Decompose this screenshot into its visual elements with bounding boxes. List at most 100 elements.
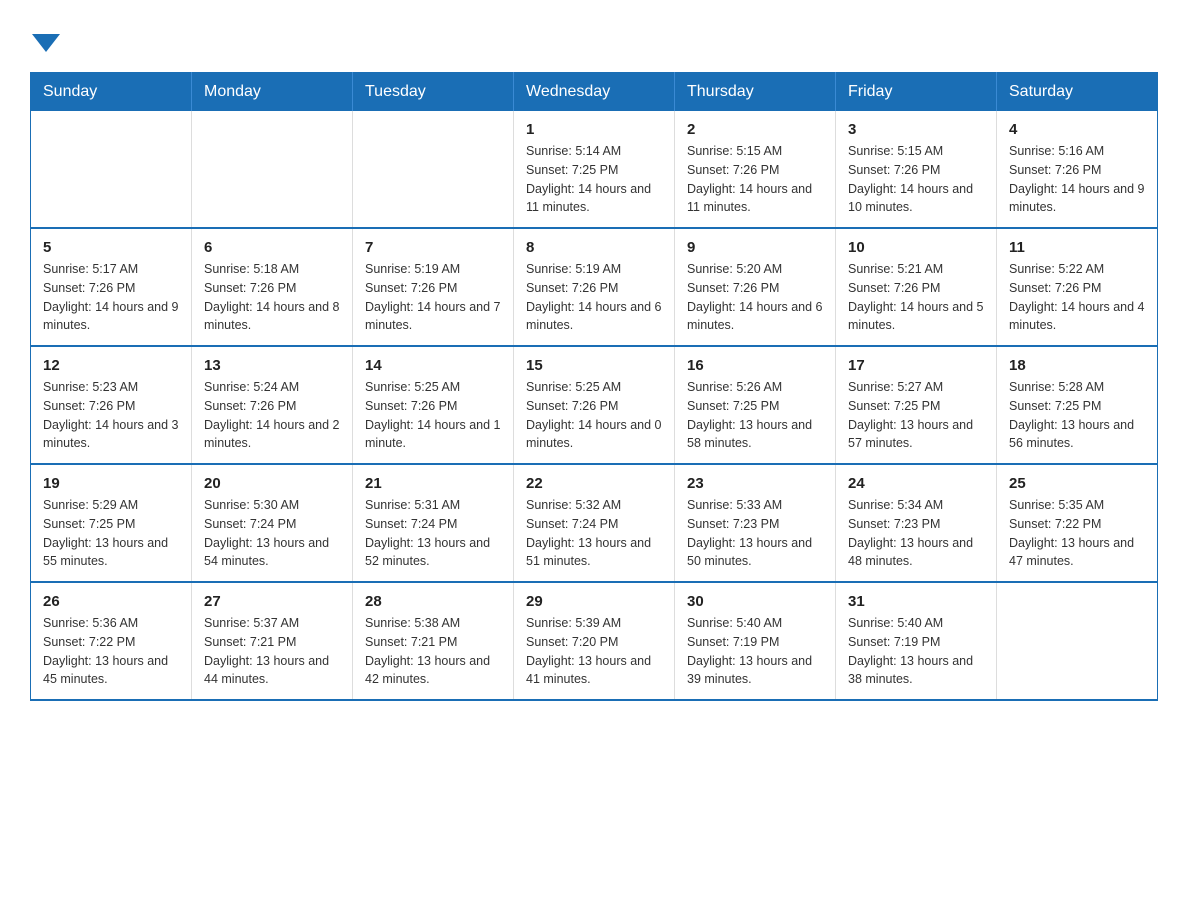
day-number: 22 [526,475,662,492]
calendar-cell [31,111,192,228]
day-info: Sunrise: 5:25 AM Sunset: 7:26 PM Dayligh… [526,378,662,453]
day-number: 1 [526,121,662,138]
day-info: Sunrise: 5:25 AM Sunset: 7:26 PM Dayligh… [365,378,501,453]
day-number: 16 [687,357,823,374]
header-sunday: Sunday [31,73,192,112]
day-number: 18 [1009,357,1145,374]
day-number: 21 [365,475,501,492]
calendar-cell: 21 Sunrise: 5:31 AM Sunset: 7:24 PM Dayli… [353,464,514,582]
day-info: Sunrise: 5:28 AM Sunset: 7:25 PM Dayligh… [1009,378,1145,453]
calendar-cell: 14 Sunrise: 5:25 AM Sunset: 7:26 PM Dayli… [353,346,514,464]
calendar-cell: 1 Sunrise: 5:14 AM Sunset: 7:25 PM Daylig… [514,111,675,228]
calendar-cell: 24Sunrise: 5:34 AM Sunset: 7:23 PM Dayli… [836,464,997,582]
calendar-cell: 13 Sunrise: 5:24 AM Sunset: 7:26 PM Dayli… [192,346,353,464]
calendar-cell: 15 Sunrise: 5:25 AM Sunset: 7:26 PM Dayli… [514,346,675,464]
calendar-cell: 9 Sunrise: 5:20 AM Sunset: 7:26 PM Daylig… [675,228,836,346]
day-info: Sunrise: 5:14 AM Sunset: 7:25 PM Dayligh… [526,142,662,217]
day-number: 3 [848,121,984,138]
day-info: Sunrise: 5:29 AM Sunset: 7:25 PM Dayligh… [43,496,179,571]
calendar-cell: 22 Sunrise: 5:32 AM Sunset: 7:24 PM Dayli… [514,464,675,582]
logo [30,30,60,52]
header-saturday: Saturday [997,73,1158,112]
day-info: Sunrise: 5:18 AM Sunset: 7:26 PM Dayligh… [204,260,340,335]
calendar-cell: 27 Sunrise: 5:37 AM Sunset: 7:21 PM Dayli… [192,582,353,700]
page-header [30,30,1158,52]
calendar-cell: 11 Sunrise: 5:22 AM Sunset: 7:26 PM Dayli… [997,228,1158,346]
day-info: Sunrise: 5:31 AM Sunset: 7:24 PM Dayligh… [365,496,501,571]
calendar-cell: 3 Sunrise: 5:15 AM Sunset: 7:26 PM Daylig… [836,111,997,228]
day-number: 15 [526,357,662,374]
day-number: 10 [848,239,984,256]
day-info: Sunrise: 5:15 AM Sunset: 7:26 PM Dayligh… [687,142,823,217]
day-info: Sunrise: 5:17 AM Sunset: 7:26 PM Dayligh… [43,260,179,335]
day-info: Sunrise: 5:16 AM Sunset: 7:26 PM Dayligh… [1009,142,1145,217]
day-info: Sunrise: 5:39 AM Sunset: 7:20 PM Dayligh… [526,614,662,689]
calendar-cell: 26 Sunrise: 5:36 AM Sunset: 7:22 PM Dayli… [31,582,192,700]
calendar-cell: 19Sunrise: 5:29 AM Sunset: 7:25 PM Dayli… [31,464,192,582]
day-info: Sunrise: 5:35 AM Sunset: 7:22 PM Dayligh… [1009,496,1145,571]
day-info: Sunrise: 5:36 AM Sunset: 7:22 PM Dayligh… [43,614,179,689]
calendar-cell [353,111,514,228]
calendar-cell: 12 Sunrise: 5:23 AM Sunset: 7:26 PM Dayli… [31,346,192,464]
day-info: Sunrise: 5:15 AM Sunset: 7:26 PM Dayligh… [848,142,984,217]
day-number: 4 [1009,121,1145,138]
calendar-cell: 8 Sunrise: 5:19 AM Sunset: 7:26 PM Daylig… [514,228,675,346]
day-info: Sunrise: 5:40 AM Sunset: 7:19 PM Dayligh… [687,614,823,689]
day-number: 27 [204,593,340,610]
calendar-cell: 31 Sunrise: 5:40 AM Sunset: 7:19 PM Dayli… [836,582,997,700]
day-info: Sunrise: 5:26 AM Sunset: 7:25 PM Dayligh… [687,378,823,453]
calendar-cell: 29 Sunrise: 5:39 AM Sunset: 7:20 PM Dayli… [514,582,675,700]
day-number: 20 [204,475,340,492]
day-info: Sunrise: 5:22 AM Sunset: 7:26 PM Dayligh… [1009,260,1145,335]
day-info: Sunrise: 5:19 AM Sunset: 7:26 PM Dayligh… [526,260,662,335]
calendar-cell: 18 Sunrise: 5:28 AM Sunset: 7:25 PM Dayli… [997,346,1158,464]
calendar-cell: 20 Sunrise: 5:30 AM Sunset: 7:24 PM Dayli… [192,464,353,582]
calendar-cell: 28 Sunrise: 5:38 AM Sunset: 7:21 PM Dayli… [353,582,514,700]
day-info: Sunrise: 5:37 AM Sunset: 7:21 PM Dayligh… [204,614,340,689]
day-number: 28 [365,593,501,610]
calendar-cell: 2 Sunrise: 5:15 AM Sunset: 7:26 PM Daylig… [675,111,836,228]
day-number: 14 [365,357,501,374]
day-number: 12 [43,357,179,374]
calendar-cell: 17 Sunrise: 5:27 AM Sunset: 7:25 PM Dayli… [836,346,997,464]
day-number: 31 [848,593,984,610]
day-number: 17 [848,357,984,374]
day-info: Sunrise: 5:38 AM Sunset: 7:21 PM Dayligh… [365,614,501,689]
day-info: Sunrise: 5:32 AM Sunset: 7:24 PM Dayligh… [526,496,662,571]
day-number: 11 [1009,239,1145,256]
header-wednesday: Wednesday [514,73,675,112]
day-number: 29 [526,593,662,610]
calendar-cell [192,111,353,228]
header-monday: Monday [192,73,353,112]
day-info: Sunrise: 5:19 AM Sunset: 7:26 PM Dayligh… [365,260,501,335]
day-number: 13 [204,357,340,374]
week-row-5: 26 Sunrise: 5:36 AM Sunset: 7:22 PM Dayli… [31,582,1158,700]
day-number: 30 [687,593,823,610]
calendar-table: SundayMondayTuesdayWednesdayThursdayFrid… [30,72,1158,701]
calendar-cell: 25Sunrise: 5:35 AM Sunset: 7:22 PM Dayli… [997,464,1158,582]
week-row-1: 1 Sunrise: 5:14 AM Sunset: 7:25 PM Daylig… [31,111,1158,228]
day-number: 5 [43,239,179,256]
calendar-cell: 5 Sunrise: 5:17 AM Sunset: 7:26 PM Daylig… [31,228,192,346]
day-number: 7 [365,239,501,256]
calendar-cell: 10Sunrise: 5:21 AM Sunset: 7:26 PM Dayli… [836,228,997,346]
day-info: Sunrise: 5:30 AM Sunset: 7:24 PM Dayligh… [204,496,340,571]
day-info: Sunrise: 5:33 AM Sunset: 7:23 PM Dayligh… [687,496,823,571]
day-number: 23 [687,475,823,492]
calendar-cell: 16 Sunrise: 5:26 AM Sunset: 7:25 PM Dayli… [675,346,836,464]
day-number: 2 [687,121,823,138]
day-info: Sunrise: 5:34 AM Sunset: 7:23 PM Dayligh… [848,496,984,571]
header-thursday: Thursday [675,73,836,112]
header-friday: Friday [836,73,997,112]
day-info: Sunrise: 5:20 AM Sunset: 7:26 PM Dayligh… [687,260,823,335]
day-number: 9 [687,239,823,256]
calendar-cell: 6Sunrise: 5:18 AM Sunset: 7:26 PM Daylig… [192,228,353,346]
week-row-3: 12 Sunrise: 5:23 AM Sunset: 7:26 PM Dayli… [31,346,1158,464]
day-info: Sunrise: 5:27 AM Sunset: 7:25 PM Dayligh… [848,378,984,453]
day-info: Sunrise: 5:23 AM Sunset: 7:26 PM Dayligh… [43,378,179,453]
day-info: Sunrise: 5:40 AM Sunset: 7:19 PM Dayligh… [848,614,984,689]
day-info: Sunrise: 5:24 AM Sunset: 7:26 PM Dayligh… [204,378,340,453]
calendar-cell: 7 Sunrise: 5:19 AM Sunset: 7:26 PM Daylig… [353,228,514,346]
day-number: 8 [526,239,662,256]
day-number: 26 [43,593,179,610]
